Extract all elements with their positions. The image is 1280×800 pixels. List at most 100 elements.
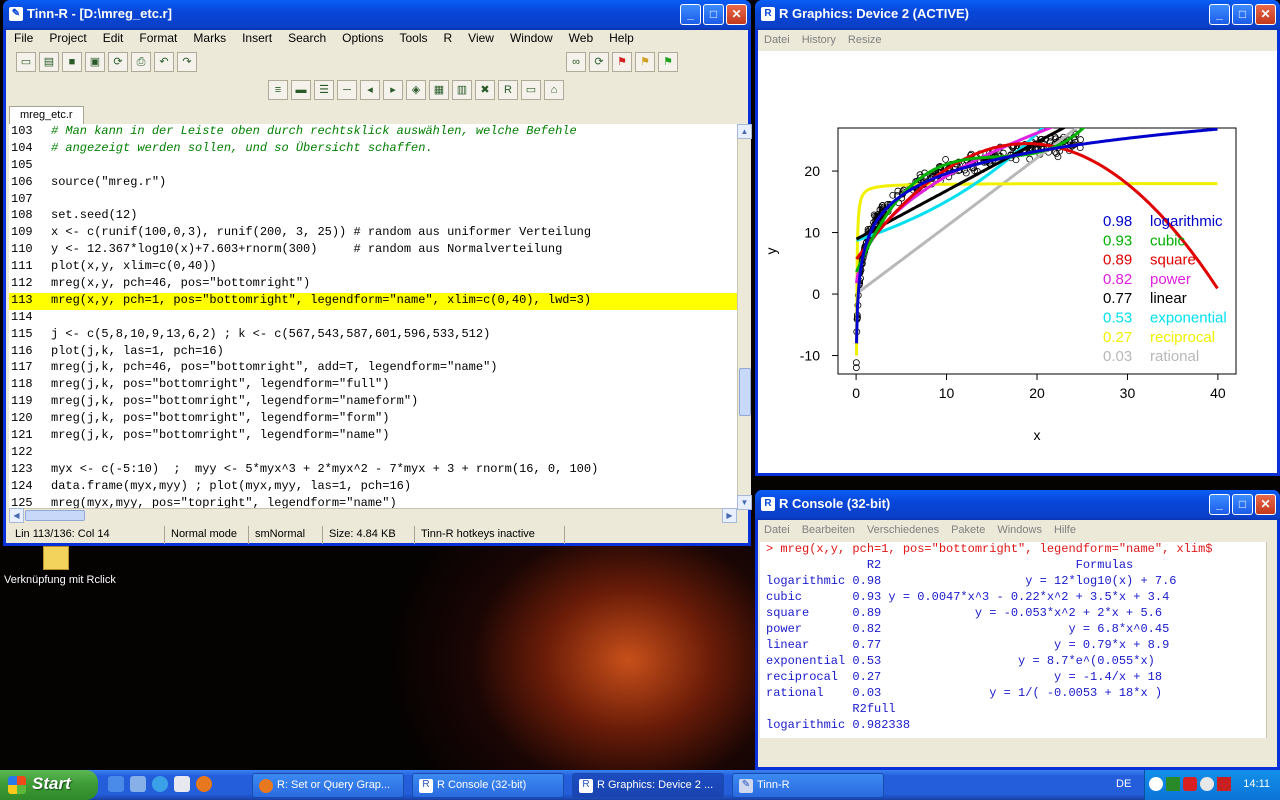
red-flag-icon[interactable]: ⚑	[612, 52, 632, 72]
console-menu-datei[interactable]: Datei	[758, 521, 796, 541]
start-button[interactable]: Start	[0, 770, 98, 800]
tinn-menu-search[interactable]: Search	[280, 31, 334, 45]
code-line[interactable]: 117 mreg(j,k, pch=46, pos="bottomright", …	[9, 360, 737, 377]
open-file-icon[interactable]: ▤	[39, 52, 59, 72]
yellow-flag-icon[interactable]: ⚑	[635, 52, 655, 72]
tinn-menu-help[interactable]: Help	[601, 31, 642, 45]
code-line[interactable]: 110 y <- 12.367*log10(x)+7.603+rnorm(300)…	[9, 242, 737, 259]
code-line[interactable]: 109 x <- c(runif(100,0,3), runif(200, 3, …	[9, 225, 737, 242]
console-menu-bearbeiten[interactable]: Bearbeiten	[796, 521, 861, 541]
code-line[interactable]: 120 mreg(j,k, pos="bottomright", legendfo…	[9, 411, 737, 428]
tinn-menu-window[interactable]: Window	[502, 31, 561, 45]
code-line[interactable]: 106 source("mreg.r")	[9, 175, 737, 192]
code-line[interactable]: 121 mreg(j,k, pos="bottomright", legendfo…	[9, 428, 737, 445]
r-graphics-titlebar[interactable]: R R Graphics: Device 2 (ACTIVE) _ □ ✕	[755, 0, 1280, 30]
code-line[interactable]: 103 # Man kann in der Leiste oben durch r…	[9, 124, 737, 141]
code-line[interactable]: 111 plot(x,y, xlim=c(0,40))	[9, 259, 737, 276]
columns-icon[interactable]: ▥	[452, 80, 472, 100]
code-line[interactable]: 108 set.seed(12)	[9, 208, 737, 225]
code-line[interactable]: 112 mreg(x,y, pch=46, pos="bottomright")	[9, 276, 737, 293]
next-icon[interactable]: ▸	[383, 80, 403, 100]
tray-volume-icon[interactable]	[1200, 777, 1214, 791]
save-icon[interactable]: ■	[62, 52, 82, 72]
tinn-menu-insert[interactable]: Insert	[234, 31, 280, 45]
send-file-icon[interactable]: ≡	[268, 80, 288, 100]
tray-network-icon[interactable]	[1166, 777, 1180, 791]
tinn-menu-tools[interactable]: Tools	[391, 31, 435, 45]
tinn-menu-project[interactable]: Project	[41, 31, 94, 45]
scroll-down-icon[interactable]: ▼	[737, 495, 752, 510]
grid-icon[interactable]: ▦	[429, 80, 449, 100]
tag-icon[interactable]: ◈	[406, 80, 426, 100]
explorer-icon[interactable]	[130, 776, 146, 792]
console-output[interactable]: > mreg(x,y, pch=1, pos="bottomright", le…	[760, 542, 1268, 738]
prev-icon[interactable]: ◂	[360, 80, 380, 100]
tray-antivirus-icon[interactable]	[1183, 777, 1197, 791]
tinn-menu-r[interactable]: R	[436, 31, 461, 45]
tinn-menu-edit[interactable]: Edit	[95, 31, 132, 45]
tinn-menu-web[interactable]: Web	[561, 31, 601, 45]
current-code-line[interactable]: 113 mreg(x,y, pch=1, pos="bottomright", l…	[9, 292, 737, 310]
firefox-icon[interactable]	[196, 776, 212, 792]
desktop-shortcut[interactable]: Verknüpfung mit Rclick	[4, 546, 124, 586]
graphics-menu-resize[interactable]: Resize	[842, 31, 888, 51]
code-line[interactable]: 122	[9, 445, 737, 462]
scroll-up-icon[interactable]: ▲	[737, 124, 752, 139]
reload-icon[interactable]: ⟳	[108, 52, 128, 72]
undo-icon[interactable]: ↶	[154, 52, 174, 72]
tray-security-icon[interactable]	[1217, 777, 1231, 791]
code-line[interactable]: 115 j <- c(5,8,10,9,13,6,2) ; k <- c(567,…	[9, 327, 737, 344]
tinn-menu-file[interactable]: File	[6, 31, 41, 45]
tinn-menu-marks[interactable]: Marks	[185, 31, 234, 45]
code-line[interactable]: 105	[9, 158, 737, 175]
console-vscrollbar[interactable]	[1266, 542, 1277, 738]
language-indicator[interactable]: DE	[1116, 778, 1131, 790]
scroll-right-icon[interactable]: ▶	[722, 508, 737, 523]
console-minimize-button[interactable]: _	[1209, 494, 1230, 515]
tinn-menu-view[interactable]: View	[460, 31, 502, 45]
desktop-icon[interactable]	[108, 776, 124, 792]
monitor-icon[interactable]: ▭	[521, 80, 541, 100]
task-r-help[interactable]: R: Set or Query Grap...	[252, 773, 404, 798]
green-flag-icon[interactable]: ⚑	[658, 52, 678, 72]
refresh-icon[interactable]: ⟳	[589, 52, 609, 72]
tinn-r-titlebar[interactable]: ✎ Tinn-R - [D:\mreg_etc.r] _ □ ✕	[3, 0, 751, 30]
minimize-button[interactable]: _	[680, 4, 701, 25]
code-line[interactable]: 119 mreg(j,k, pos="bottomright", legendfo…	[9, 394, 737, 411]
r-icon[interactable]: R	[498, 80, 518, 100]
code-line[interactable]: 114	[9, 310, 737, 327]
console-menu-windows[interactable]: Windows	[991, 521, 1048, 541]
close-button[interactable]: ✕	[726, 4, 747, 25]
editor-vscrollbar[interactable]: ▲ ▼	[737, 124, 752, 510]
send-line-icon[interactable]: ─	[337, 80, 357, 100]
code-line[interactable]: 118 mreg(j,k, pos="bottomright", legendfo…	[9, 377, 737, 394]
file-tab[interactable]: mreg_etc.r	[9, 106, 84, 124]
redo-icon[interactable]: ↷	[177, 52, 197, 72]
scroll-thumb[interactable]	[739, 368, 751, 416]
console-hscrollbar[interactable]	[760, 748, 1266, 761]
ie-icon[interactable]	[152, 776, 168, 792]
hscroll-thumb[interactable]	[25, 510, 85, 521]
send-block-icon[interactable]: ☰	[314, 80, 334, 100]
new-file-icon[interactable]: ▭	[16, 52, 36, 72]
console-close-button[interactable]: ✕	[1255, 494, 1276, 515]
home-icon[interactable]: ⌂	[544, 80, 564, 100]
console-menu-pakete[interactable]: Pakete	[945, 521, 991, 541]
code-line[interactable]: 116 plot(j,k, las=1, pch=16)	[9, 344, 737, 361]
scroll-left-icon[interactable]: ◀	[9, 508, 24, 523]
save-all-icon[interactable]: ▣	[85, 52, 105, 72]
code-line[interactable]: 104 # angezeigt werden sollen, und so Übe…	[9, 141, 737, 158]
code-editor[interactable]: 103 # Man kann in der Leiste oben durch r…	[9, 124, 737, 510]
task-r-graphics[interactable]: R R Graphics: Device 2 ...	[572, 773, 724, 798]
clear-icon[interactable]: ✖	[475, 80, 495, 100]
r-console-titlebar[interactable]: R R Console (32-bit) _ □ ✕	[755, 490, 1280, 520]
graphics-menu-datei[interactable]: Datei	[758, 31, 796, 51]
task-tinn-r[interactable]: ✎ Tinn-R	[732, 773, 884, 798]
link-icon[interactable]: ∞	[566, 52, 586, 72]
console-menu-verschiedenes[interactable]: Verschiedenes	[861, 521, 945, 541]
maximize-button[interactable]: □	[703, 4, 724, 25]
media-icon[interactable]	[174, 776, 190, 792]
console-menu-hilfe[interactable]: Hilfe	[1048, 521, 1082, 541]
code-line[interactable]: 107	[9, 192, 737, 209]
send-selection-icon[interactable]: ▬	[291, 80, 311, 100]
